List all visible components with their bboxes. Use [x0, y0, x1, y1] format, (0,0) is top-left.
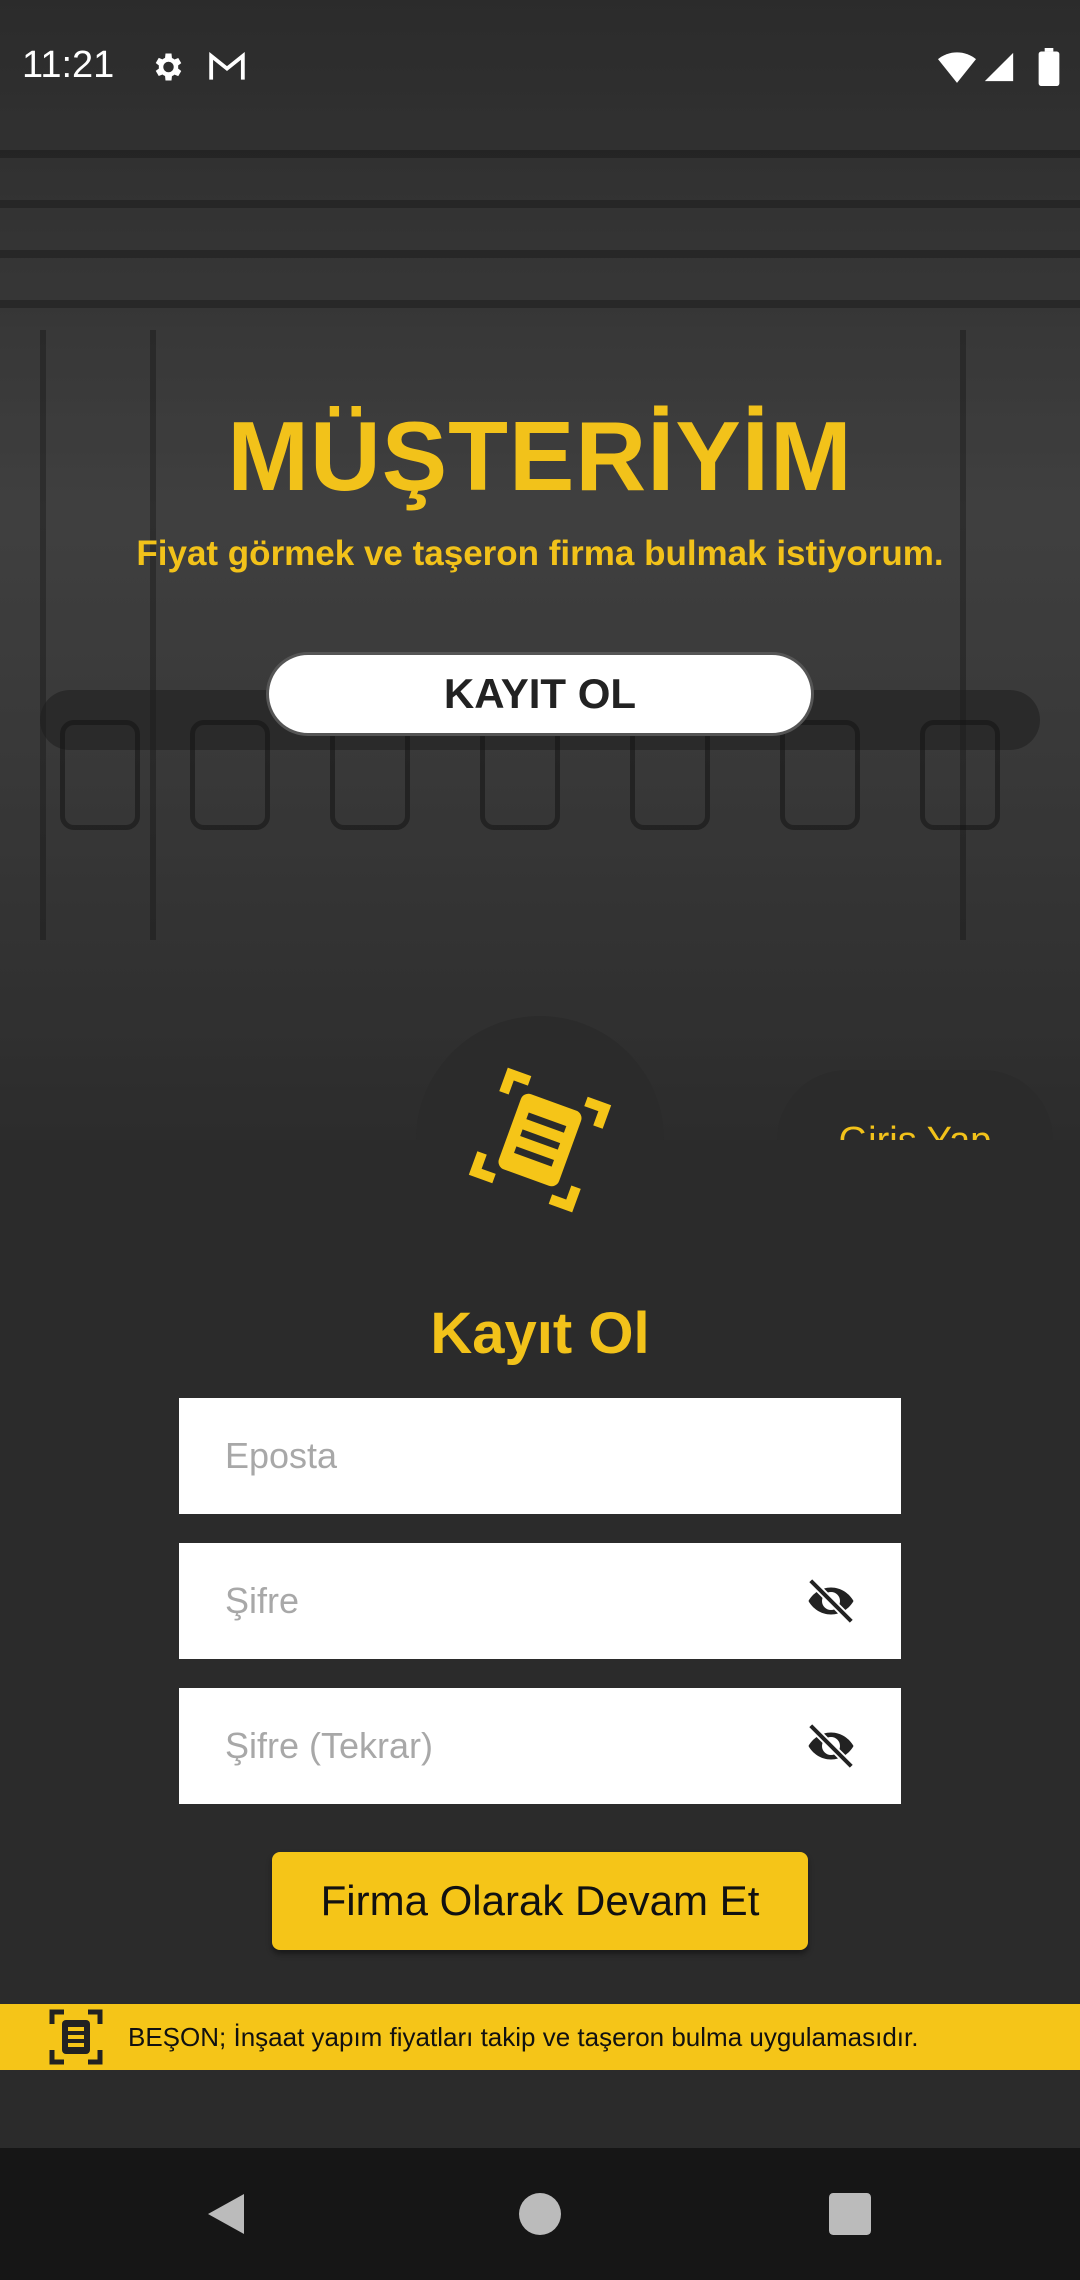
status-time: 11:21: [22, 44, 115, 86]
battery-icon: [1030, 48, 1068, 86]
home-icon[interactable]: [504, 2178, 576, 2250]
continue-as-company-button[interactable]: Firma Olarak Devam Et: [272, 1852, 808, 1950]
status-bar: 11:21: [0, 0, 1080, 134]
eye-off-icon[interactable]: [801, 1571, 861, 1631]
email-input[interactable]: [223, 1434, 901, 1478]
gear-icon: [148, 48, 186, 86]
signal-icon: [980, 48, 1018, 86]
back-icon[interactable]: [190, 2178, 262, 2250]
navigation-bar: [0, 2148, 1080, 2280]
password-repeat-input[interactable]: [223, 1724, 801, 1768]
banner-text: BEŞON; İnşaat yapım fiyatları takip ve t…: [128, 2021, 919, 2052]
email-field[interactable]: [179, 1398, 901, 1514]
eye-off-icon[interactable]: [801, 1716, 861, 1776]
document-scan-icon: [46, 2007, 106, 2067]
gmail-icon: [208, 48, 246, 86]
recents-icon[interactable]: [814, 2178, 886, 2250]
register-button[interactable]: KAYIT OL: [266, 652, 814, 736]
wifi-icon: [938, 48, 976, 86]
app-logo-icon: [456, 1056, 624, 1224]
hero-title: MÜŞTERİYİM: [227, 401, 853, 511]
password-repeat-field[interactable]: [179, 1688, 901, 1804]
form-title: Kayıt Ol: [430, 1301, 650, 1366]
password-field[interactable]: [179, 1543, 901, 1659]
info-banner: BEŞON; İnşaat yapım fiyatları takip ve t…: [0, 2004, 1080, 2070]
hero-subtitle: Fiyat görmek ve taşeron firma bulmak ist…: [136, 534, 944, 573]
password-input[interactable]: [223, 1579, 801, 1623]
